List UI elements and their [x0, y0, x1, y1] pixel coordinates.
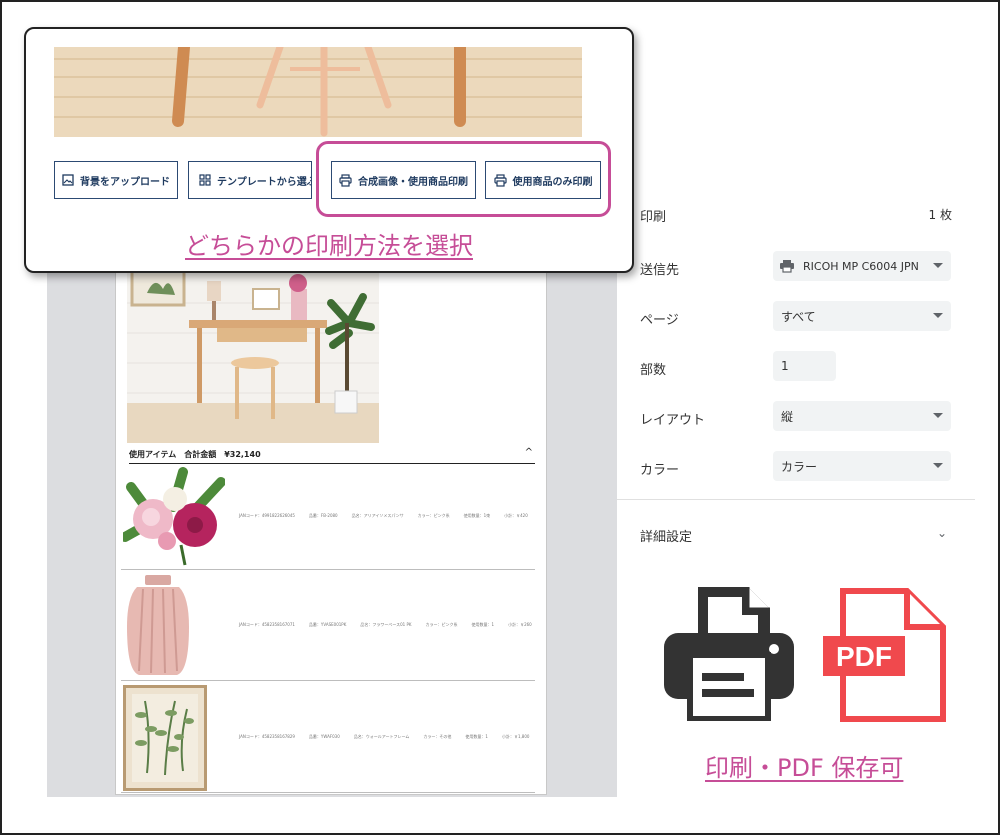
pages-select[interactable]: すべて [773, 301, 951, 331]
wall-art-thumb [123, 685, 207, 791]
print-composite-label: 合成画像・使用商品印刷 [358, 176, 468, 188]
copies-value: 1 [781, 359, 789, 373]
collapse-icon[interactable]: ^ [525, 447, 533, 458]
color-label: カラー [640, 463, 680, 478]
items-header-text: 使用アイテム 合計金額 ¥32,140 [129, 450, 261, 459]
layout-select[interactable]: 縦 [773, 401, 951, 431]
printer-icon [493, 173, 507, 187]
item-qty: 使用数量：1束 [463, 513, 491, 518]
destination-label: 送信先 [640, 263, 680, 278]
printer-icon [780, 260, 794, 273]
item-code: 品番：YWAF030 [308, 733, 340, 739]
item-row: JANコード：4991822626045 品番：FB-2080 品名：アリアイソ… [121, 463, 535, 570]
item-jan: JANコード：4991822626045 [239, 513, 295, 518]
item-price: 小計：￥420 [504, 513, 528, 518]
color-value: カラー [781, 459, 818, 474]
callout-caption: どちらかの印刷方法を選択 [185, 232, 473, 260]
chevron-down-icon[interactable]: ⌄ [937, 526, 947, 540]
color-select[interactable]: カラー [773, 451, 951, 481]
print-method-callout: 背景をアップロード テンプレートから選ぶ 合成画像・使用商品印刷 使用商品のみ印… [24, 27, 634, 273]
copies-input[interactable]: 1 [773, 351, 836, 381]
pages-label: ページ [640, 313, 679, 328]
print-title: 印刷 [640, 210, 667, 225]
item-fields: JANコード：4991822626045 品番：FB-2080 品名：アリアイソ… [239, 463, 528, 569]
pdf-label: PDF [836, 641, 892, 672]
choose-template-label: テンプレートから選ぶ [217, 176, 312, 188]
layout-value: 縦 [781, 409, 794, 424]
pink-vase-thumb [127, 575, 189, 675]
chevron-down-icon [933, 463, 943, 468]
print-items-only-button[interactable]: 使用商品のみ印刷 [485, 161, 601, 199]
layout-label: レイアウト [640, 413, 706, 428]
item-color: カラー：ピンク系 [425, 622, 458, 627]
item-price: 小計：￥260 [508, 622, 532, 627]
item-color: カラー：その他 [423, 733, 452, 739]
item-name: 品名：フラワーベース01 PK [360, 622, 412, 627]
items-header: 使用アイテム 合計金額 ¥32,140 ^ [129, 447, 535, 464]
print-pdf-caption: 印刷・PDF 保存可 [705, 754, 904, 782]
chevron-down-icon [933, 413, 943, 418]
copies-label: 部数 [640, 363, 667, 378]
preview-sheet: 使用アイテム 合計金額 ¥32,140 ^ JANコード：49918226260… [115, 262, 547, 795]
settings-divider [617, 499, 975, 500]
sheet-count: 1 枚 [928, 208, 952, 222]
item-row: JANコード：4582358167829 品番：YWAF030 品名：ウォールア… [121, 681, 535, 793]
more-settings-label[interactable]: 詳細設定 [640, 526, 692, 545]
item-name: 品名：ウォールアートフレーム [353, 733, 410, 739]
flower-bouquet-thumb [123, 467, 225, 566]
item-jan: JANコード：4582358167829 [239, 733, 295, 739]
upload-background-button[interactable]: 背景をアップロード [54, 161, 178, 199]
choose-template-button[interactable]: テンプレートから選ぶ [188, 161, 312, 199]
item-qty: 使用数量：1 [465, 733, 488, 739]
item-row: JANコード：4582358167071 品番：YVASE001PK 品名：フラ… [121, 570, 535, 681]
item-price: 小計：￥1,800 [501, 733, 530, 739]
print-composite-and-items-button[interactable]: 合成画像・使用商品印刷 [331, 161, 476, 199]
grid-icon [199, 174, 211, 186]
floor-photo [54, 47, 582, 137]
chevron-down-icon [933, 313, 943, 318]
printer-icon [664, 587, 794, 721]
item-color: カラー：ピンク系 [417, 513, 450, 518]
image-icon [62, 174, 74, 186]
pdf-icon: PDF [823, 588, 946, 722]
item-fields: JANコード：4582358167829 品番：YWAF030 品名：ウォールア… [239, 681, 529, 792]
printer-icon [339, 173, 352, 187]
item-jan: JANコード：4582358167071 [239, 622, 295, 627]
item-qty: 使用数量：1 [471, 622, 495, 627]
print-items-only-label: 使用商品のみ印刷 [512, 176, 593, 188]
item-name: 品名：アリアイソメスパンサ [351, 513, 404, 518]
item-code: 品番：YVASE001PK [308, 622, 347, 627]
room-photo [127, 263, 379, 443]
destination-value: RICOH MP C6004 JPN [803, 259, 919, 273]
pages-value: すべて [781, 309, 816, 324]
chevron-down-icon [933, 263, 943, 268]
item-fields: JANコード：4582358167071 品番：YVASE001PK 品名：フラ… [239, 570, 532, 680]
destination-select[interactable]: RICOH MP C6004 JPN [773, 251, 951, 281]
upload-background-label: 背景をアップロード [80, 176, 170, 188]
item-code: 品番：FB-2080 [308, 513, 338, 518]
